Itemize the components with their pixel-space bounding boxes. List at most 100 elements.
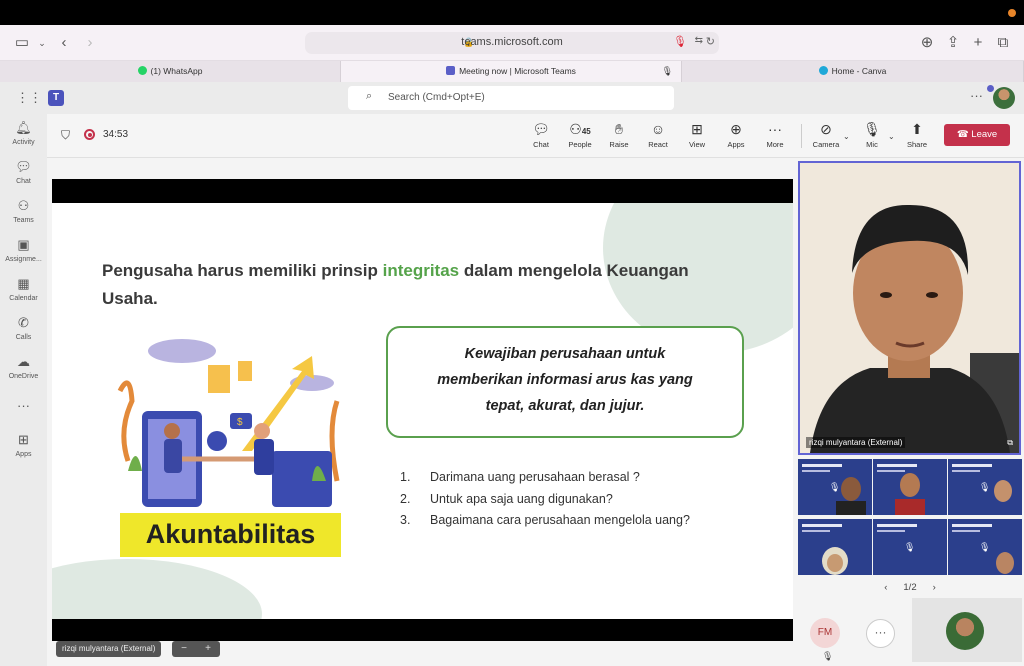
rail-item-onedrive[interactable]: ☁ OneDrive [0,354,47,390]
heading-text: Pengusaha harus memiliki prinsip [102,261,383,280]
more-participants-button[interactable]: ··· [866,619,895,648]
mac-top-bar [0,0,1024,25]
chevron-down-icon[interactable]: ⌄ [32,33,52,53]
new-tab-icon[interactable]: + [968,33,988,53]
chevron-left-icon[interactable]: ‹ [884,582,887,593]
react-button[interactable]: ☺ React [639,120,677,154]
view-button[interactable]: ⊞ View [678,120,716,154]
chevron-down-icon[interactable]: ⌄ [888,132,895,141]
app-launcher-icon[interactable]: ⋮⋮ [16,91,42,105]
more-button[interactable]: ··· More [756,120,794,154]
rail-item-activity[interactable]: 🔔︎ Activity [0,120,47,156]
leave-label: Leave [971,129,998,140]
zoom-out-button[interactable]: − [172,641,196,656]
search-placeholder: Search (Cmd+Opt+E) [388,92,485,103]
back-icon[interactable]: ‹ [54,33,74,53]
rail-item-calls[interactable]: ✆ Calls [0,315,47,351]
share-icon[interactable]: ⇪ [943,33,963,53]
microphone-icon[interactable]: 🎙 [673,35,687,48]
avatar[interactable] [987,85,1015,109]
badge-text: Akuntabilitas [145,519,316,549]
participant-tile[interactable] [798,519,872,575]
participant-tile[interactable]: 🎙︎ [873,519,947,575]
chat-button[interactable]: 💬︎ Chat [522,120,560,154]
mic-off-icon: 🎙︎ [979,542,991,552]
translate-icon[interactable]: ⇆ [695,35,703,46]
smiley-icon: ☺ [650,121,666,137]
list-item: 2. Untuk apa saja uang digunakan? [400,489,780,511]
presentation-slide: Pengusaha harus memiliki prinsip integri… [52,203,793,619]
chevron-right-icon[interactable]: › [933,582,936,593]
left-rail: 🔔︎ Activity 💬︎ Chat ⚇ Teams ▣ Assignme... ▦ C… [0,114,47,666]
sidebar-toggle-icon[interactable]: ▭ [12,33,32,53]
callout-line: Kewajiban perusahaan untuk [464,346,666,362]
more-icon: ··· [17,398,30,413]
list-item: 3. Bagaimana cara perusahaan mengelola ua… [400,510,780,532]
slide-heading: Pengusaha harus memiliki prinsip integri… [102,257,702,313]
participant-tile[interactable]: 🎙︎ [948,459,1022,515]
tab-label: Home - Canva [831,66,887,76]
control-label: React [648,140,668,149]
zoom-in-button[interactable]: + [196,641,220,656]
control-label: Camera [812,140,840,149]
tab-label: Meeting now | Microsoft Teams [459,66,576,76]
rail-more[interactable]: ··· [0,398,47,434]
participant-tile[interactable]: 🎙︎ [798,459,872,515]
rail-item-teams[interactable]: ⚇ Teams [0,198,47,234]
content-stage: Pengusaha harus memiliki prinsip integri… [47,158,796,666]
self-view-tile[interactable] [912,598,1022,662]
divider [801,124,802,148]
browser-toolbar: ▭ ⌄ ‹ › 🔒 teams.microsoft.com 🎙 ⇆ ↻ ⊕ ⇪ … [0,25,1024,61]
mic-off-icon: 🎙︎ [863,121,881,137]
status-dot [987,85,994,92]
participant-avatar[interactable]: FM [810,618,840,648]
shield-icon: ⛉ [61,128,71,142]
rail-item-chat[interactable]: 💬︎ Chat [0,159,47,195]
item-text: Untuk apa saja uang digunakan? [430,491,613,506]
rail-label: OneDrive [8,373,39,380]
participant-tile[interactable]: 🎙︎ [948,519,1022,575]
tab-overview-icon[interactable]: ⧉ [993,33,1013,53]
item-number: 2. [400,491,411,506]
mic-off-icon: 🎙︎ [822,651,834,661]
reload-icon[interactable]: ↻ [706,35,715,48]
tab-bar: (1) WhatsApp Meeting now | Microsoft Tea… [0,61,1024,82]
phone-hangup-icon: ☎ [956,129,972,140]
participant-tile[interactable] [873,459,947,515]
search-input[interactable]: ⌕ Search (Cmd+Opt+E) [348,86,674,110]
share-button[interactable]: ⬆ Share [898,120,936,154]
rail-item-calendar[interactable]: ▦ Calendar [0,276,47,312]
address-bar[interactable]: 🔒 teams.microsoft.com 🎙 ⇆ ↻ [305,32,719,54]
rail-item-assignments[interactable]: ▣ Assignme... [0,237,47,273]
forward-icon[interactable]: › [80,33,100,53]
callout-line: memberikan informasi arus kas yang [437,372,693,388]
raise-hand-button[interactable]: ✋︎ Raise [600,120,638,154]
chevron-down-icon[interactable]: ⌄ [843,132,850,141]
control-label: More [766,140,784,149]
camera-button[interactable]: ⊘ Camera [807,120,845,154]
screen: ▭ ⌄ ‹ › 🔒 teams.microsoft.com 🎙 ⇆ ↻ ⊕ ⇪ … [0,0,1024,666]
chat-icon: 💬︎ [15,159,32,174]
tab-teams[interactable]: Meeting now | Microsoft Teams 🎙 [341,61,682,82]
control-label: People [568,140,592,149]
mic-button[interactable]: 🎙︎ Mic [853,120,891,154]
rail-label: Apps [15,451,32,458]
tab-whatsapp[interactable]: (1) WhatsApp [0,61,341,82]
recording-icon [84,129,95,140]
zoom-control[interactable]: − + [172,641,220,657]
teams-header: ⋮⋮ T ⌕ Search (Cmd+Opt+E) ··· [0,82,1024,114]
more-options-icon[interactable]: ··· [970,88,983,103]
rail-item-apps[interactable]: ⊞ Apps [0,432,47,468]
rail-label: Assignme... [5,256,42,263]
downloads-icon[interactable]: ⊕ [917,33,937,53]
leave-button[interactable]: ☎ Leave [944,124,1010,146]
people-button[interactable]: ⚇45 People [561,120,599,154]
active-speaker-video[interactable]: rizqi mulyantara (External) ⧉ [798,161,1021,455]
rail-label: Calendar [9,295,38,302]
decor-shape [52,559,262,619]
list-item: 1. Darimana uang perusahaan berasal ? [400,467,780,489]
apps-button[interactable]: ⊕ Apps [717,120,755,154]
people-icon: ⚇45 [569,121,591,137]
tab-canva[interactable]: Home - Canva [682,61,1024,82]
chat-icon: 💬︎ [532,121,550,137]
